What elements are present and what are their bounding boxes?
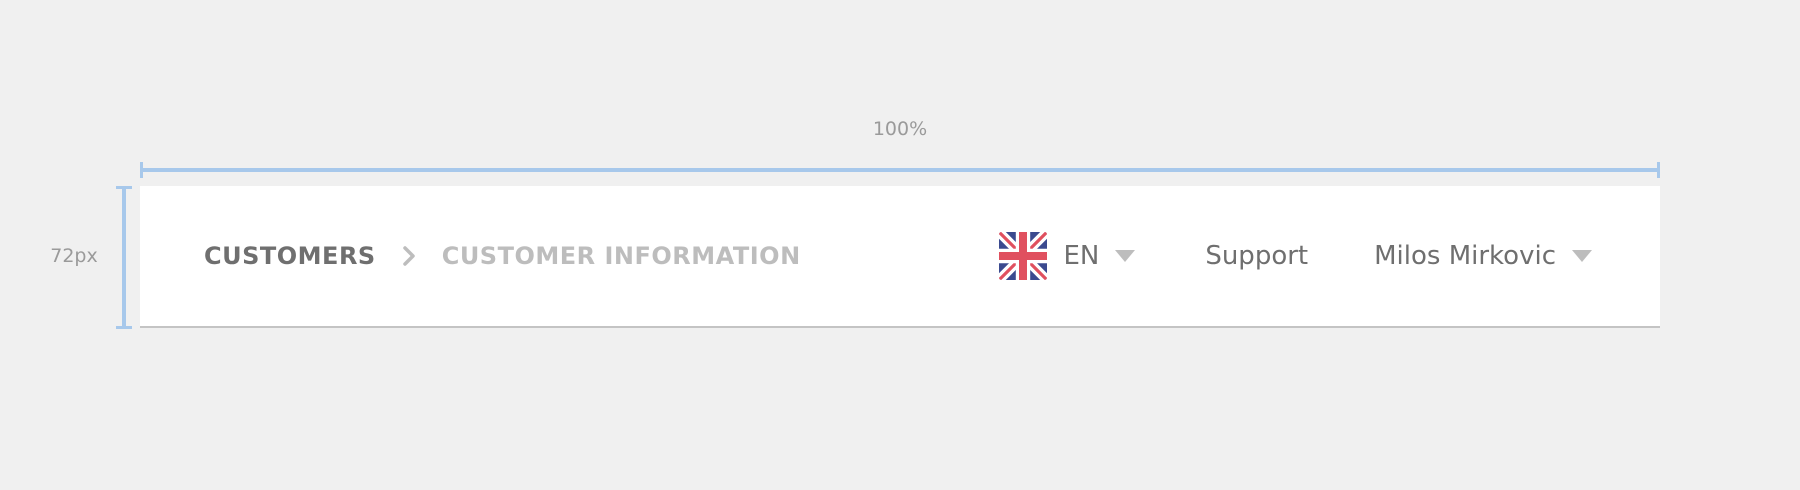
breadcrumb: CUSTOMERS CUSTOMER INFORMATION [204,186,801,326]
language-selector[interactable]: EN [999,232,1136,280]
language-code: EN [1063,241,1100,271]
height-dimension-cap-top [116,186,132,189]
width-dimension-label: 100% [872,118,928,140]
width-dimension-line [140,168,1660,172]
height-dimension-cap-bottom [116,326,132,329]
user-name: Milos Mirkovic [1374,241,1556,271]
chevron-right-icon [402,245,416,267]
support-link[interactable]: Support [1205,241,1308,271]
breadcrumb-current-page: CUSTOMER INFORMATION [441,242,801,270]
caret-down-icon [1572,250,1592,262]
width-dimension-cap-right [1657,162,1660,178]
height-dimension-line [122,187,126,329]
uk-flag-icon [999,232,1048,280]
caret-down-icon [1115,250,1136,262]
header-right-area: EN Support Milos Mirkovic [999,186,1660,326]
user-menu[interactable]: Milos Mirkovic [1374,241,1592,271]
canvas: 100% 72px CUSTOMERS CUSTOMER INFORMATION [0,0,1800,490]
breadcrumb-customers-link[interactable]: CUSTOMERS [204,242,376,270]
height-dimension-label: 72px [50,245,98,267]
top-bar: CUSTOMERS CUSTOMER INFORMATION EN Suppor… [140,186,1660,328]
width-dimension-cap-left [140,162,143,178]
